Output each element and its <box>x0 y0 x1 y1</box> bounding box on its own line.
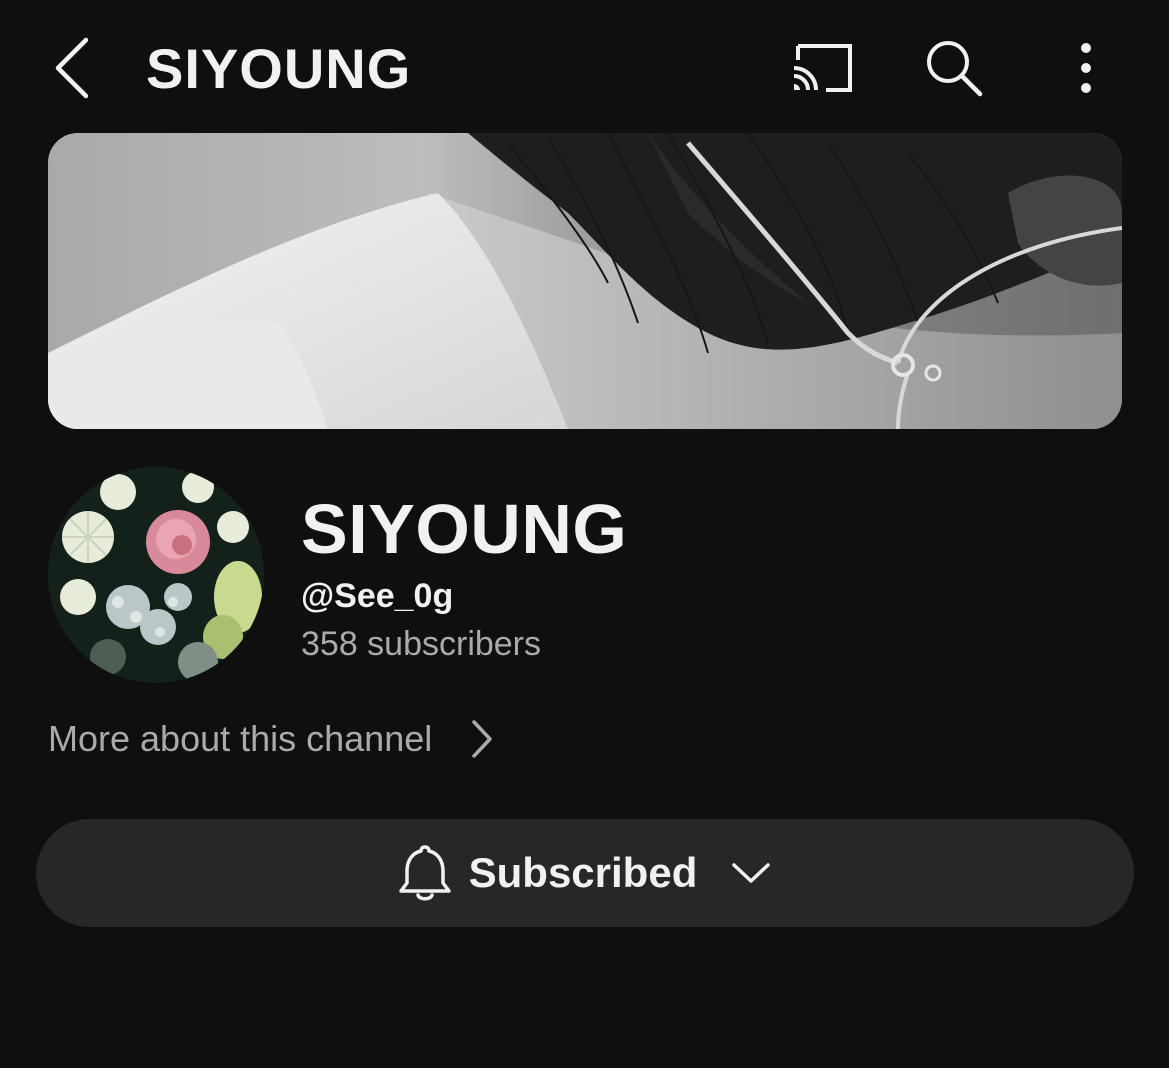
channel-page: SIYOUNG SIYOUNG @See_0g 358 subscribers … <box>0 0 1169 1068</box>
channel-avatar[interactable] <box>48 467 264 683</box>
chevron-right-icon <box>470 719 494 759</box>
banner-image <box>48 133 1122 429</box>
subscriber-count: 358 subscribers <box>301 625 542 663</box>
more-vert-icon <box>1081 43 1091 93</box>
channel-name: SIYOUNG <box>301 490 628 568</box>
subscribed-button[interactable]: Subscribed <box>36 819 1134 927</box>
channel-handle: @See_0g <box>301 577 454 615</box>
back-button[interactable] <box>44 34 100 102</box>
chevron-down-icon <box>731 861 771 885</box>
more-about-channel-link[interactable]: More about this channel <box>48 714 494 764</box>
more-options-button[interactable] <box>1060 36 1112 100</box>
cast-icon <box>793 44 852 92</box>
search-button[interactable] <box>918 36 990 100</box>
top-app-bar: SIYOUNG <box>0 0 1169 132</box>
subscribed-label: Subscribed <box>468 849 698 896</box>
bell-icon <box>398 843 451 903</box>
back-arrow-icon <box>55 37 89 99</box>
avatar-image <box>48 467 264 683</box>
search-icon <box>927 41 983 97</box>
cast-button[interactable] <box>784 36 860 100</box>
channel-banner <box>48 133 1122 429</box>
more-about-label: More about this channel <box>48 718 433 759</box>
page-title: SIYOUNG <box>146 37 412 100</box>
